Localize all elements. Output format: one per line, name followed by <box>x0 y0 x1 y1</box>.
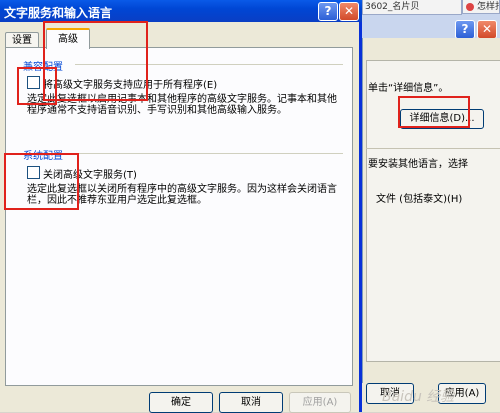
close-button[interactable]: ✕ <box>339 2 359 21</box>
ok-button[interactable]: 确定 <box>149 392 213 413</box>
background-separator <box>366 148 500 149</box>
help-button[interactable]: ? <box>318 2 338 21</box>
highlight-box-advanced-tab <box>43 21 148 101</box>
highlight-box-compat-checkbox <box>17 67 57 105</box>
watermark: Baidu 经验 <box>382 389 455 405</box>
background-close-button[interactable]: ✕ <box>477 20 497 39</box>
highlight-box-disable-checkbox <box>4 153 79 210</box>
browser-tab-2[interactable]: 怎样打 <box>462 0 500 14</box>
background-install-text: 要安装其他语言，选择 <box>368 159 468 170</box>
browser-tab-2-label: 怎样打 <box>477 2 499 12</box>
cancel-button[interactable]: 取消 <box>219 392 283 413</box>
highlight-box-details <box>398 96 470 128</box>
background-help-button[interactable]: ? <box>455 20 475 39</box>
browser-tab-1[interactable]: 3602_名片贝 <box>362 0 462 15</box>
background-details-text: 单击“详细信息”。 <box>368 83 449 94</box>
system-group-divider <box>75 153 343 154</box>
tab-settings[interactable]: 设置 <box>5 32 39 48</box>
apply-button[interactable]: 应用(A) <box>289 392 351 413</box>
dialog-title: 文字服务和输入语言 <box>4 6 113 20</box>
tab-favicon-icon <box>466 3 474 11</box>
background-files-label: 文件 (包括泰文)(H) <box>376 194 463 205</box>
dialog-titlebar: 文字服务和输入语言 ? ✕ <box>0 0 362 22</box>
